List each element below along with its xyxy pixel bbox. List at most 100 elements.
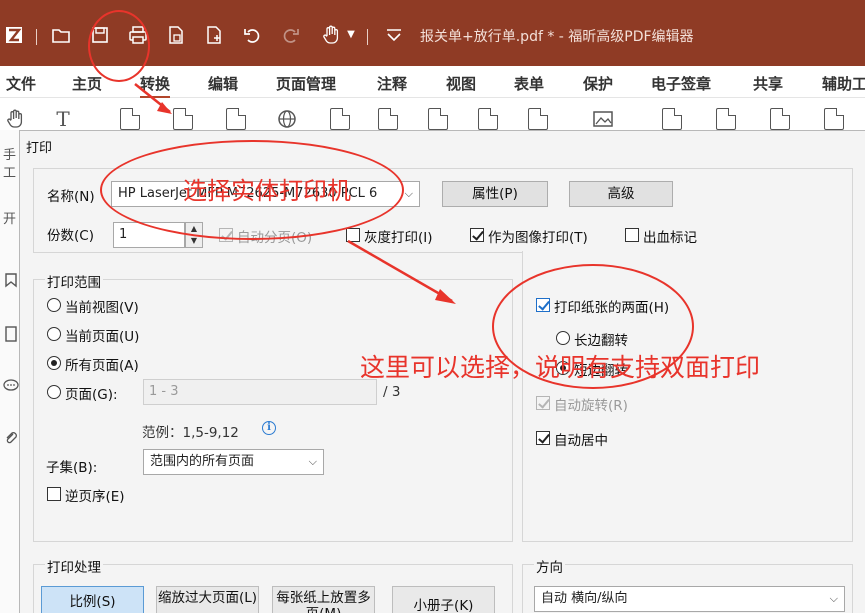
menu-file[interactable]: 文件 [6, 73, 36, 94]
comment-icon[interactable] [3, 378, 19, 394]
print-handling-title: 打印处理 [45, 556, 103, 576]
menu-comment[interactable]: 注释 [377, 73, 407, 94]
auto-rotate-checkbox[interactable] [536, 396, 550, 410]
handling-booklet-tile[interactable]: 小册子(K) [392, 586, 495, 613]
orientation-select[interactable]: 自动 横向/纵向 ⌵ [534, 586, 845, 612]
menu-share[interactable]: 共享 [753, 73, 783, 94]
menu-accessibility[interactable]: 辅助工 [822, 73, 865, 94]
bookmark-icon[interactable] [3, 272, 19, 288]
toolbar-separator [367, 29, 368, 45]
ribbon-export-icon[interactable] [662, 108, 682, 130]
orientation-select-value: 自动 横向/纵向 [541, 591, 628, 606]
pages-icon[interactable] [3, 326, 19, 342]
page-range-example: 范例：1,5-9,12 [142, 425, 239, 441]
document-title: 报关单+放行单.pdf * - 福昕高级PDF编辑器 [420, 29, 694, 45]
reverse-order-checkbox[interactable] [47, 487, 61, 501]
ribbon-document-icon[interactable] [378, 108, 398, 130]
range-pages-radio[interactable] [47, 385, 61, 399]
menu-edit[interactable]: 编辑 [208, 73, 238, 94]
new-from-file-icon[interactable] [165, 24, 187, 46]
copies-label: 份数(C) [47, 228, 94, 244]
auto-center-checkbox[interactable] [536, 431, 550, 445]
printer-name-label: 名称(N) [47, 189, 95, 205]
grayscale-checkbox[interactable] [346, 228, 360, 242]
subset-label: 子集(B): [46, 460, 98, 476]
annotation-circle-print-icon [88, 10, 150, 82]
menu-e-signature[interactable]: 电子签章 [651, 73, 711, 94]
customize-toolbar-icon[interactable] [383, 24, 405, 46]
range-all-pages-label: 所有页面(A) [65, 358, 139, 374]
hand-tool-icon[interactable] [4, 108, 26, 130]
range-current-page-label: 当前页面(U) [65, 329, 140, 345]
range-current-page-radio[interactable] [47, 327, 61, 341]
range-pages-label: 页面(G): [65, 387, 118, 403]
annotation-printer-note: 选择实体打印机 [183, 177, 351, 205]
ribbon-document-icon[interactable] [428, 108, 448, 130]
range-current-view-radio[interactable] [47, 298, 61, 312]
ribbon-document-icon[interactable] [173, 108, 193, 130]
sidebar-label-tool: 工 [3, 166, 17, 181]
bleed-marks-checkbox[interactable] [625, 228, 639, 242]
grayscale-label: 灰度打印(I) [364, 230, 433, 246]
handling-multiple-pages-tile[interactable]: 每张纸上放置多页(M) [272, 586, 375, 613]
auto-rotate-label: 自动旋转(R) [554, 398, 628, 414]
orientation-title: 方向 [534, 556, 565, 576]
printer-properties-button[interactable]: 属性(P) [442, 181, 548, 207]
handling-booklet-label: 小册子(K) [413, 598, 474, 613]
range-current-view-label: 当前视图(V) [65, 300, 139, 316]
ribbon-document-icon[interactable] [330, 108, 350, 130]
handling-shrink-tile[interactable]: 缩放过大页面(L) [156, 586, 259, 613]
dialog-title: 打印 [26, 141, 53, 156]
menu-protect[interactable]: 保护 [583, 73, 613, 94]
print-range-group: 打印范围 当前视图(V) 当前页面(U) 所有页面(A) 页面(G): 1 - … [33, 271, 513, 542]
annotation-duplex-note: 这里可以选择，说明有支持双面打印 [360, 353, 761, 382]
redo-icon[interactable] [280, 24, 302, 46]
left-panel: 手 工 开 [0, 130, 20, 613]
ribbon-export-icon[interactable] [716, 108, 736, 130]
ribbon-export-icon[interactable] [824, 108, 844, 130]
chevron-down-icon: ⌵ [404, 187, 413, 200]
ribbon-document-icon[interactable] [226, 108, 246, 130]
menu-home[interactable]: 主页 [72, 73, 102, 94]
auto-center-label: 自动居中 [554, 433, 608, 449]
menu-form[interactable]: 表单 [514, 73, 544, 94]
subset-select[interactable]: 范围内的所有页面 ⌵ [143, 449, 324, 475]
ribbon-document-icon[interactable] [120, 108, 140, 130]
range-all-pages-radio[interactable] [47, 356, 61, 370]
open-folder-icon[interactable] [50, 24, 72, 46]
print-as-image-label: 作为图像打印(T) [488, 230, 588, 246]
chevron-down-icon[interactable]: ▼ [340, 24, 362, 46]
hand-tool-icon[interactable] [320, 24, 342, 46]
ribbon-document-icon[interactable] [478, 108, 498, 130]
ribbon-export-icon[interactable] [770, 108, 790, 130]
handling-multiple-pages-label: 每张纸上放置多页(M) [276, 590, 371, 613]
handling-scale-label: 比例(S) [69, 594, 116, 610]
sidebar-label-hand: 手 [3, 148, 17, 163]
menu-convert[interactable]: 转换 [140, 73, 171, 98]
bleed-marks-label: 出血标记 [643, 230, 697, 246]
sidebar-label-open: 开 [3, 212, 17, 227]
info-icon[interactable]: i [262, 421, 276, 435]
chevron-down-icon: ⌵ [308, 455, 317, 468]
subset-select-value: 范围内的所有页面 [150, 454, 255, 469]
ribbon-document-icon[interactable] [528, 108, 548, 130]
page-range-input[interactable]: 1 - 3 [143, 379, 377, 405]
reverse-order-label: 逆页序(E) [65, 489, 125, 505]
orientation-group: 方向 自动 横向/纵向 ⌵ [522, 556, 853, 613]
undo-icon[interactable] [241, 24, 263, 46]
app-logo-icon [4, 24, 26, 46]
select-text-icon[interactable]: T [52, 108, 74, 130]
ribbon-toolbar: T [0, 98, 865, 130]
handling-scale-tile[interactable]: 比例(S) [41, 586, 144, 613]
menu-view[interactable]: 视图 [446, 73, 476, 94]
attachment-icon[interactable] [3, 430, 19, 446]
new-document-icon[interactable] [203, 24, 225, 46]
image-icon[interactable] [592, 108, 614, 130]
printer-advanced-button[interactable]: 高级 [569, 181, 673, 207]
menu-page-manage[interactable]: 页面管理 [276, 73, 336, 94]
print-as-image-checkbox[interactable] [470, 228, 484, 242]
toolbar-separator [36, 29, 37, 45]
globe-icon[interactable] [276, 108, 298, 130]
print-handling-group: 打印处理 比例(S) 缩放过大页面(L) 每张纸上放置多页(M) 小册子(K) [33, 556, 513, 613]
print-range-title: 打印范围 [45, 271, 103, 291]
